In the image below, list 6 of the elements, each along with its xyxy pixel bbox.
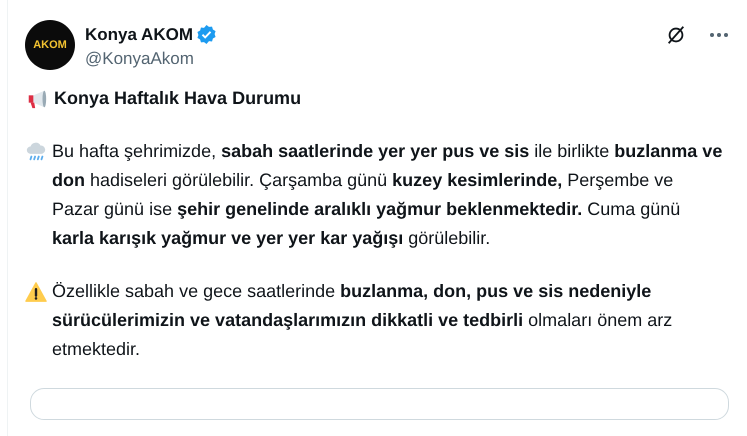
post-paragraph: Bu hafta şehrimizde, sabah saatlerinde yer yer pus ve sis ile birlikte buzlanma ve don hadiseleri görülebilir. Çarşamba günü kuzey kesimlerinde, Perşembe ve Pazar günü ise şehir genelinde aralıklı yağmur beklenmektedir. Cuma günü karla karışık yağmur ve yer yer kar yağışı görülebilir. [52,140,724,250]
avatar[interactable]: AKOM [25,20,75,70]
post-paragraph: Özellikle sabah ve gece saatlerinde buzlanma, don, pus ve sis nedeniyle sürücülerimizin ve vatandaşlarımızın dikkatli ve tedbirli olmaları önem arz etmektedir. [52,280,674,361]
author-name[interactable]: Konya AKOM [85,24,193,44]
post-heading: Konya Haftalık Hava Durumu [54,87,302,110]
author-handle[interactable]: @KonyaAkom [85,49,217,69]
